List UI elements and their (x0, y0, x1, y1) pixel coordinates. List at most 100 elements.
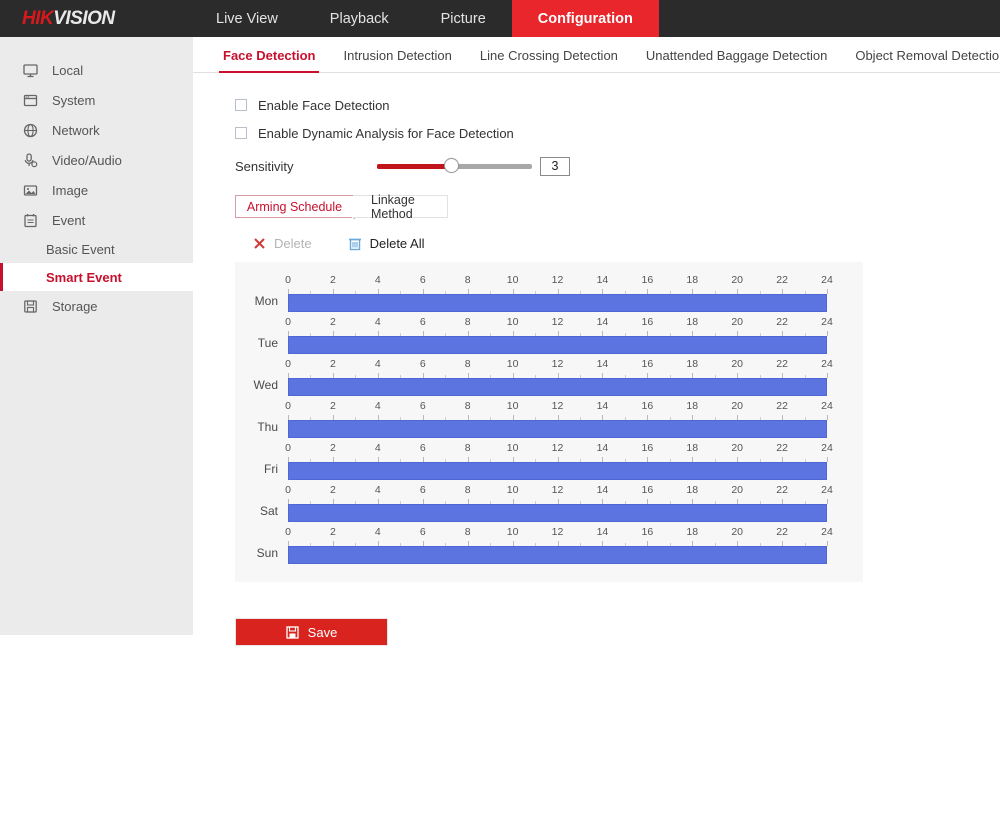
delete-button[interactable]: Delete (253, 236, 312, 251)
ruler-tick (445, 333, 447, 336)
ruler-tick (737, 457, 739, 462)
slider-handle[interactable] (444, 158, 459, 173)
ruler-tick (557, 289, 559, 294)
ruler-tick (602, 457, 604, 462)
schedule-bar-area: 0 2 4 6 8 10 12 14 16 18 20 22 24 (285, 526, 833, 564)
tab-line-crossing-detection[interactable]: Line Crossing Detection (466, 48, 632, 72)
hikvision-logo: HIK VISION (0, 0, 190, 37)
ruler-hour-label: 12 (551, 442, 564, 454)
ruler-hour-label: 14 (596, 526, 609, 538)
ruler-hour-label: 16 (641, 484, 654, 496)
logo-vision-text: VISION (53, 7, 115, 29)
enable-dynamic-analysis-checkbox[interactable] (235, 127, 247, 139)
enable-face-detection-row: Enable Face Detection (235, 91, 1000, 119)
sidebar-item-storage[interactable]: Storage (0, 291, 193, 321)
sidebar-item-event[interactable]: Event (0, 205, 193, 235)
ruler-hour-label: 12 (551, 274, 564, 286)
ruler-tick (624, 501, 626, 504)
ruler-tick (355, 333, 357, 336)
ruler-tick (647, 415, 649, 420)
sensitivity-slider[interactable] (377, 158, 532, 173)
schedule-time-bar[interactable] (288, 420, 827, 438)
sidebar-item-image[interactable]: Image (0, 175, 193, 205)
ruler-hour-label: 0 (285, 526, 291, 538)
ruler-tick (669, 501, 671, 504)
enable-dynamic-analysis-label[interactable]: Enable Dynamic Analysis for Face Detecti… (258, 126, 514, 141)
sidebar-item-smart-event[interactable]: Smart Event (0, 263, 193, 291)
ruler-tick (782, 457, 784, 462)
ruler-hour-label: 0 (285, 442, 291, 454)
ruler-hour-label: 2 (329, 400, 336, 412)
ruler-hour-label: 10 (506, 358, 519, 370)
ruler-hour-label: 6 (419, 316, 426, 328)
ruler-tick (490, 417, 492, 420)
tab-linkage-method[interactable]: Linkage Method (353, 193, 448, 221)
floppy-icon (20, 296, 40, 316)
sidebar-item-basic-event[interactable]: Basic Event (0, 235, 193, 263)
ruler-hour-label: 20 (731, 400, 743, 412)
ruler-hour-label: 10 (506, 442, 519, 454)
main-content: Face Detection Intrusion Detection Line … (193, 37, 1000, 839)
schedule-ruler: 0 2 4 6 8 10 12 14 16 18 20 22 24 (285, 400, 833, 420)
enable-face-detection-label[interactable]: Enable Face Detection (258, 98, 390, 113)
ruler-tick (377, 457, 379, 462)
delete-all-button[interactable]: Delete All (348, 236, 425, 251)
ruler-hour-label: 4 (374, 274, 381, 286)
ruler-tick (647, 373, 649, 378)
ruler-hour-label: 22 (776, 274, 788, 286)
sidebar-item-system[interactable]: System (0, 85, 193, 115)
schedule-row: Tue 0 2 4 6 8 10 12 14 16 18 20 22 24 (235, 316, 863, 358)
ruler-tick (624, 333, 626, 336)
ruler-hour-label: 20 (731, 526, 743, 538)
ruler-tick (692, 289, 694, 294)
sidebar-label-network: Network (52, 122, 100, 138)
sidebar-item-local[interactable]: Local (0, 55, 193, 85)
tab-unattended-baggage-detection[interactable]: Unattended Baggage Detection (632, 48, 841, 72)
topnav-configuration[interactable]: Configuration (511, 0, 659, 37)
schedule-time-bar[interactable] (288, 504, 827, 522)
schedule-time-bar[interactable] (288, 546, 827, 564)
ruler-tick (310, 291, 312, 294)
save-button[interactable]: Save (235, 618, 388, 646)
ruler-hour-label: 18 (686, 526, 699, 538)
tab-intrusion-detection[interactable]: Intrusion Detection (329, 48, 465, 72)
logo-hik-text: HIK (22, 7, 54, 29)
sidebar-item-network[interactable]: Network (0, 115, 193, 145)
tab-object-removal-detection[interactable]: Object Removal Detection (841, 48, 1000, 72)
topnav-live-view[interactable]: Live View (190, 0, 304, 37)
ruler-tick (692, 541, 694, 546)
ruler-tick (512, 373, 514, 378)
schedule-time-bar[interactable] (288, 378, 827, 396)
arming-schedule-panel: Mon 0 2 4 6 8 10 12 14 16 18 20 22 24 Tue 0 2 4 6 8 10 12 14 16… (235, 262, 863, 582)
topnav-playback[interactable]: Playback (304, 0, 415, 37)
ruler-hour-label: 16 (641, 358, 654, 370)
sidebar-label-video-audio: Video/Audio (52, 152, 122, 168)
schedule-day-label: Mon (254, 294, 278, 308)
ruler-tick (288, 499, 289, 504)
sidebar-label-basic-event: Basic Event (46, 241, 115, 257)
ruler-hour-label: 10 (506, 526, 519, 538)
ruler-tick (535, 375, 537, 378)
ruler-tick (692, 373, 694, 378)
ruler-tick (400, 543, 402, 546)
schedule-day-label: Sat (259, 504, 278, 518)
tab-face-detection[interactable]: Face Detection (209, 48, 329, 73)
ruler-tick (377, 289, 379, 294)
ruler-hour-label: 14 (596, 442, 609, 454)
ruler-tick (512, 289, 514, 294)
sensitivity-value-input[interactable]: 3 (540, 156, 570, 176)
schedule-time-bar[interactable] (288, 294, 827, 312)
ruler-tick (737, 499, 739, 504)
ruler-tick (804, 291, 806, 294)
enable-face-detection-checkbox[interactable] (235, 99, 247, 111)
ruler-tick (737, 331, 739, 336)
ruler-tick (422, 541, 424, 546)
sidebar-item-video-audio[interactable]: Video/Audio (0, 145, 193, 175)
ruler-tick (422, 373, 424, 378)
ruler-tick (445, 543, 447, 546)
schedule-time-bar[interactable] (288, 462, 827, 480)
ruler-tick (377, 331, 379, 336)
tab-arming-schedule[interactable]: Arming Schedule (235, 195, 353, 218)
schedule-time-bar[interactable] (288, 336, 827, 354)
topnav-picture[interactable]: Picture (415, 0, 512, 37)
